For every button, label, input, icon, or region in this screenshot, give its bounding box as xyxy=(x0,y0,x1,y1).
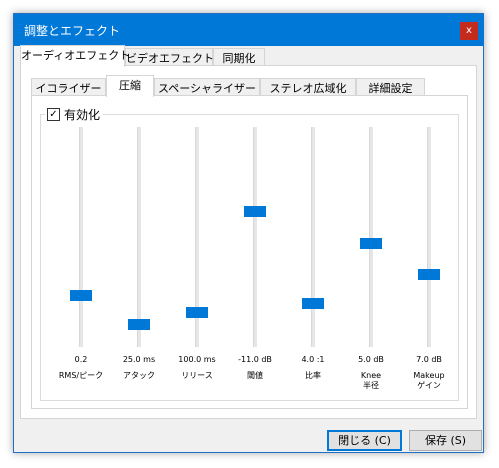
slider-track[interactable] xyxy=(427,127,431,347)
slider-thumb[interactable] xyxy=(244,206,266,217)
enable-checkbox[interactable]: ✓ xyxy=(47,108,60,121)
tab-audio-effects[interactable]: オーディオエフェクト xyxy=(20,45,130,67)
enable-label: 有効化 xyxy=(64,108,101,122)
slider-ratio: 4.0 :1 比率 xyxy=(285,127,341,389)
audio-effects-panel: イコライザー 圧縮 スペーシャライザー ステレオ広域化 詳細設定 0.2 RMS/… xyxy=(20,65,477,419)
slider-knee-radius: 5.0 dB Knee 半径 xyxy=(343,127,399,390)
slider-label: Makeup ゲイン xyxy=(413,371,445,390)
slider-rms-peak: 0.2 RMS/ピーク xyxy=(53,127,109,389)
slider-thumb[interactable] xyxy=(302,298,324,309)
slider-track[interactable] xyxy=(369,127,373,347)
slider-release: 100.0 ms リリース xyxy=(169,127,225,389)
slider-area: 0.2 RMS/ピーク 25.0 ms アタック 100.0 ms リリース -11.0 d… xyxy=(45,127,455,395)
slider-makeup-gain: 7.0 dB Makeup ゲイン xyxy=(401,127,457,390)
slider-track[interactable] xyxy=(253,127,257,347)
slider-value: 7.0 dB xyxy=(416,355,442,364)
window-title: 調整とエフェクト xyxy=(24,24,121,38)
slider-threshold: -11.0 dB 閾値 xyxy=(227,127,283,389)
slider-track[interactable] xyxy=(79,127,83,347)
slider-track[interactable] xyxy=(311,127,315,347)
close-window-button[interactable]: x xyxy=(460,22,478,40)
slider-thumb[interactable] xyxy=(186,307,208,318)
save-button[interactable]: 保存 (S) xyxy=(409,430,482,451)
slider-thumb[interactable] xyxy=(360,238,382,249)
compressor-panel: 0.2 RMS/ピーク 25.0 ms アタック 100.0 ms リリース -11.0 d… xyxy=(31,95,468,409)
close-button[interactable]: 閉じる (C) xyxy=(327,430,402,451)
title-bar[interactable]: 調整とエフェクト x xyxy=(14,14,483,46)
slider-thumb[interactable] xyxy=(70,290,92,301)
slider-thumb[interactable] xyxy=(128,319,150,330)
tab-compressor[interactable]: 圧縮 xyxy=(106,75,154,97)
slider-thumb[interactable] xyxy=(418,269,440,280)
dialog-window: 調整とエフェクト x オーディオエフェクト ビデオエフェクト 同期化 イコライザ… xyxy=(13,13,484,453)
enable-checkbox-row[interactable]: ✓ 有効化 xyxy=(45,106,104,123)
slider-track[interactable] xyxy=(137,127,141,347)
compressor-groupbox: 0.2 RMS/ピーク 25.0 ms アタック 100.0 ms リリース -11.0 d… xyxy=(40,114,459,401)
slider-attack: 25.0 ms アタック xyxy=(111,127,167,389)
